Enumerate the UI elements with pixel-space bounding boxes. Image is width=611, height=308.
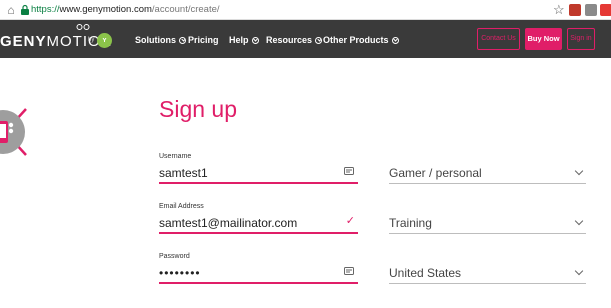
password-label: Password [159,253,190,260]
username-label: Username [159,153,192,160]
email-label: Email Address [159,203,204,210]
password-value: •••••••• [159,266,201,280]
browser-url-bar[interactable]: ⌂ https://www.genymotion.com/account/cre… [0,0,611,20]
profile-illustration-icon [0,108,27,156]
username-value: samtest1 [159,166,208,180]
buy-now-button[interactable]: Buy Now [525,28,562,50]
url-host: www.genymotion.com [59,4,152,15]
country-select[interactable]: United States [389,262,586,284]
parent-company-badge-icon: ʏ [97,33,112,48]
chevron-down-icon [574,166,584,176]
contact-us-button[interactable]: Contact Us [477,28,520,50]
site-header: GENYMOTION by ʏ Solutions Pricing Help R… [0,20,611,58]
nav-label: Other Products [323,35,389,45]
company-type-value: Training [389,216,432,230]
autofill-card-icon[interactable] [344,166,354,176]
bookmark-star-icon[interactable]: ☆ [553,2,565,17]
nav-pricing[interactable]: Pricing [188,35,219,45]
nav-resources[interactable]: Resources [266,35,323,45]
chevron-down-icon [179,36,186,44]
nav-other-products[interactable]: Other Products [323,35,399,45]
extension-icon[interactable] [585,4,597,16]
page-title: Sign up [159,96,238,122]
lock-icon [21,4,29,15]
chevron-down-icon [315,36,323,44]
sign-in-button[interactable]: Sign in [567,28,595,50]
chevron-down-icon [574,216,584,226]
nav-label: Pricing [188,35,219,45]
logo-dots-icon [76,24,90,30]
chevron-down-icon [574,266,584,276]
chevron-down-icon [391,36,399,44]
nav-solutions[interactable]: Solutions [135,35,186,45]
genymotion-logo[interactable]: GENYMOTION [0,33,113,50]
autofill-card-icon[interactable] [344,266,354,276]
nav-label: Resources [266,35,313,45]
url-path: /account/create/ [151,4,220,15]
chevron-down-icon [251,36,259,44]
url-scheme: https:// [31,4,60,15]
password-field[interactable]: •••••••• [159,262,358,284]
extension-icon[interactable] [569,4,581,16]
address-field[interactable]: https://www.genymotion.com/account/creat… [31,3,220,17]
country-value: United States [389,266,462,280]
nav-help[interactable]: Help [229,35,259,45]
logo-by: by [88,37,95,43]
logo-text-bold: GENY [0,33,47,50]
extension-icon[interactable] [600,4,611,16]
usage-value: Gamer / personal [389,166,482,180]
home-icon[interactable]: ⌂ [4,3,18,17]
email-field[interactable]: samtest1@mailinator.com ✓ [159,212,358,234]
nav-label: Help [229,35,249,45]
company-type-select[interactable]: Training [389,212,586,234]
nav-label: Solutions [135,35,176,45]
email-value: samtest1@mailinator.com [159,216,298,230]
check-icon: ✓ [345,215,355,227]
username-field[interactable]: samtest1 [159,162,358,184]
usage-select[interactable]: Gamer / personal [389,162,586,184]
